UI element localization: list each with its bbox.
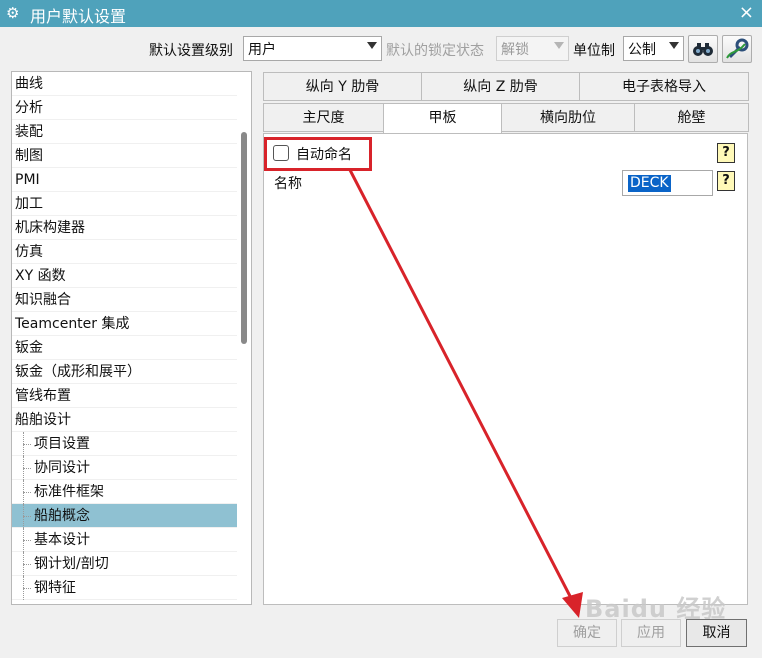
help-icon[interactable]: ?	[717, 171, 735, 191]
tree-item-analysis[interactable]: 分析	[12, 96, 238, 120]
auto-name-checkbox[interactable]	[273, 145, 289, 161]
tree-scrollbar[interactable]	[237, 72, 251, 604]
tab-transverse-frame[interactable]: 横向肋位	[501, 103, 635, 132]
window-title: 用户默认设置	[30, 7, 127, 26]
settings-toolbar: 默认设置级别 用户 默认的锁定状态 解锁 单位制 公制	[0, 33, 762, 65]
find-button[interactable]	[688, 35, 718, 63]
tree-scrollbar-thumb[interactable]	[241, 132, 247, 344]
tab-spreadsheet-import[interactable]: 电子表格导入	[579, 72, 749, 101]
chevron-down-icon	[554, 42, 564, 49]
tree-item-drafting[interactable]: 制图	[12, 144, 238, 168]
unit-label: 单位制	[573, 43, 615, 59]
lock-state-select[interactable]: 解锁	[496, 36, 569, 61]
lock-state-value: 解锁	[501, 42, 529, 58]
chevron-down-icon	[669, 42, 679, 49]
cancel-button[interactable]: 取消	[686, 619, 747, 647]
title-bar: ⚙ 用户默认设置 ×	[0, 0, 762, 27]
help-icon[interactable]: ?	[717, 143, 735, 163]
chevron-down-icon	[367, 42, 377, 49]
apply-button[interactable]: 应用	[621, 619, 681, 647]
tree-item-xy-function[interactable]: XY 函数	[12, 264, 238, 288]
wrench-icon	[726, 38, 749, 59]
unit-select-value: 公制	[628, 42, 656, 58]
tree-item-sheet-metal[interactable]: 钣金	[12, 336, 238, 360]
tab-longitudinal-y[interactable]: 纵向 Y 肋骨	[263, 72, 422, 101]
tab-longitudinal-z[interactable]: 纵向 Z 肋骨	[421, 72, 580, 101]
auto-name-label[interactable]: 自动命名	[296, 144, 352, 164]
level-select[interactable]: 用户	[243, 36, 382, 61]
name-label: 名称	[274, 176, 302, 192]
name-input-value: DECK	[628, 175, 671, 192]
tree-item-machine-builder[interactable]: 机床构建器	[12, 216, 238, 240]
tab-main-dimensions[interactable]: 主尺度	[263, 103, 384, 132]
tree-item-collaborative-design[interactable]: 协同设计	[12, 456, 238, 480]
tab-deck[interactable]: 甲板	[383, 103, 502, 134]
tree-item-steel-feature[interactable]: 钢特征	[12, 576, 238, 600]
lock-state-label: 默认的锁定状态	[386, 43, 484, 59]
name-input[interactable]: DECK	[622, 170, 713, 196]
ok-button[interactable]: 确定	[557, 619, 617, 647]
category-tree: 曲线 分析 装配 制图 PMI 加工 机床构建器 仿真 XY 函数 知识融合 T…	[11, 71, 252, 605]
unit-select[interactable]: 公制	[623, 36, 684, 61]
level-select-value: 用户	[248, 42, 276, 58]
tree-item-curve[interactable]: 曲线	[12, 72, 238, 96]
tab-bulkhead[interactable]: 舱壁	[634, 103, 749, 132]
tree-item-basic-design[interactable]: 基本设计	[12, 528, 238, 552]
gear-icon: ⚙	[6, 4, 20, 22]
tree-item-knowledge-fusion[interactable]: 知识融合	[12, 288, 238, 312]
tree-item-standard-part[interactable]: 标准件框架	[12, 480, 238, 504]
tree-item-ship-design[interactable]: 船舶设计	[12, 408, 238, 432]
tree-item-routing[interactable]: 管线布置	[12, 384, 238, 408]
tree-item-simulation[interactable]: 仿真	[12, 240, 238, 264]
level-label: 默认设置级别	[149, 43, 233, 59]
tree-item-assembly[interactable]: 装配	[12, 120, 238, 144]
deck-settings-panel	[263, 133, 748, 605]
tree-item-manufacturing[interactable]: 加工	[12, 192, 238, 216]
close-icon[interactable]: ×	[739, 2, 754, 23]
tree-item-ship-concept[interactable]: 船舶概念	[12, 504, 238, 528]
tree-item-steel-plan[interactable]: 钢计划/剖切	[12, 552, 238, 576]
tree-item-sheet-metal-flat[interactable]: 钣金（成形和展平）	[12, 360, 238, 384]
tree-item-teamcenter[interactable]: Teamcenter 集成	[12, 312, 238, 336]
manage-button[interactable]	[722, 35, 752, 63]
binoculars-icon	[693, 43, 713, 56]
tree-item-pmi[interactable]: PMI	[12, 168, 238, 192]
tree-item-project-setup[interactable]: 项目设置	[12, 432, 238, 456]
